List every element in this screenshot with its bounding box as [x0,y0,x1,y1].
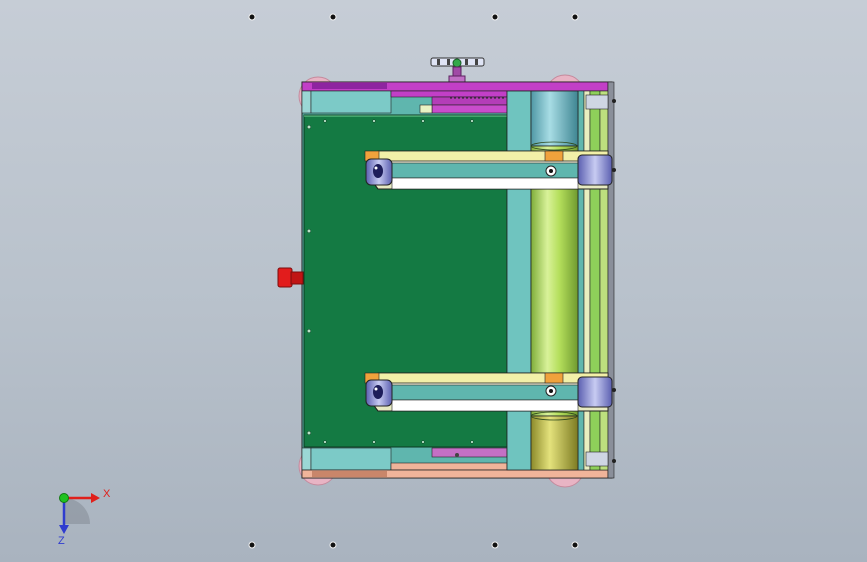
lower-arm-bushing [365,379,393,407]
roller-bracket [577,90,585,471]
x-axis-label: X [103,488,111,500]
lower-arm[interactable] [364,372,613,412]
motor-connector[interactable] [277,267,304,288]
top-handle[interactable] [430,57,485,83]
side-frame [506,90,532,471]
upper-arm-bushing [365,158,393,186]
cad-viewport[interactable]: X Z [0,0,867,562]
z-axis-label: Z [58,535,65,547]
right-rail[interactable] [583,81,616,479]
cad-model-view[interactable]: X Z [0,0,867,562]
upper-arm[interactable] [364,150,613,190]
y-axis-dot [59,493,69,503]
main-roller[interactable] [530,90,579,471]
coordinate-triad: X Z [58,488,111,547]
